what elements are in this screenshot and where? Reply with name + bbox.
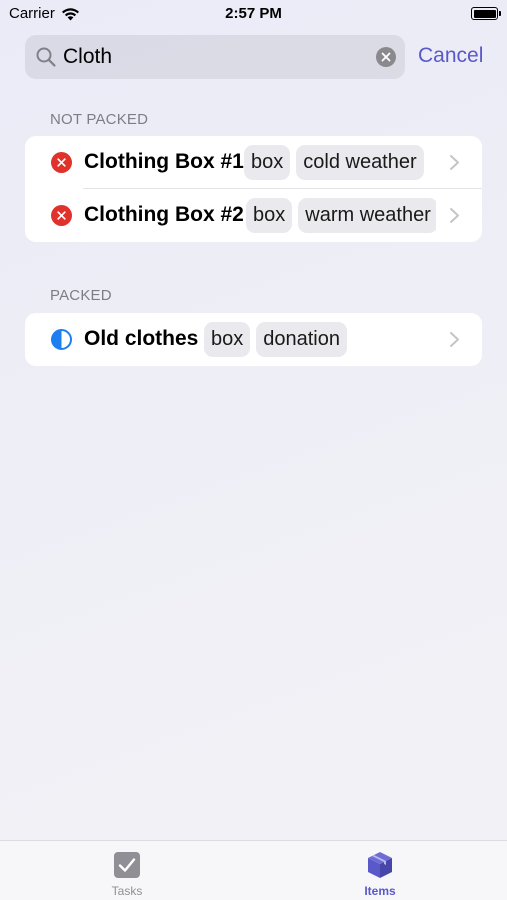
list-item[interactable]: Clothing Box #2 box warm weather (25, 189, 482, 242)
chevron-right-icon (450, 332, 459, 347)
search-icon (36, 47, 56, 67)
half-circle-icon (51, 329, 72, 350)
tab-label: Tasks (111, 884, 143, 898)
search-field[interactable] (25, 35, 405, 79)
packed-list: Old clothes box donation (25, 313, 482, 366)
x-mark-icon (381, 52, 391, 62)
tab-label: Items (364, 884, 396, 898)
tab-bar: Tasks Items (0, 840, 507, 900)
cancel-button[interactable]: Cancel (418, 44, 483, 68)
clear-icon[interactable] (376, 47, 396, 67)
tag: donation (256, 322, 347, 357)
box-icon (368, 852, 392, 878)
section-header-not-packed: NOT PACKED (50, 111, 149, 128)
list-item[interactable]: Clothing Box #1 box cold weather (25, 136, 482, 189)
tag-list: box warm weather (246, 198, 436, 233)
status-time: 2:57 PM (225, 5, 282, 22)
not-packed-icon (51, 152, 72, 173)
tag: warm weather (298, 198, 436, 233)
item-title: Clothing Box #1 (84, 150, 244, 173)
tag: box (244, 145, 291, 180)
item-title: Old clothes (84, 327, 199, 350)
tag: box (204, 322, 251, 357)
tab-tasks[interactable]: Tasks (67, 841, 187, 900)
tag-list: box cold weather (244, 145, 436, 180)
battery-icon (471, 7, 501, 20)
search-input[interactable] (63, 35, 353, 79)
checkbox-icon (114, 852, 140, 878)
tag: box (246, 198, 293, 233)
tag: cold weather (296, 145, 424, 180)
not-packed-list: Clothing Box #1 box cold weather Clothin… (25, 136, 482, 242)
item-title: Clothing Box #2 (84, 203, 244, 226)
section-header-packed: PACKED (50, 287, 112, 304)
not-packed-icon (51, 205, 72, 226)
chevron-right-icon (450, 155, 459, 170)
chevron-right-icon (450, 208, 459, 223)
tab-items[interactable]: Items (320, 841, 440, 900)
list-item[interactable]: Old clothes box donation (25, 313, 482, 366)
tag-list: box donation (204, 322, 444, 357)
status-bar: Carrier 2:57 PM (0, 0, 507, 28)
